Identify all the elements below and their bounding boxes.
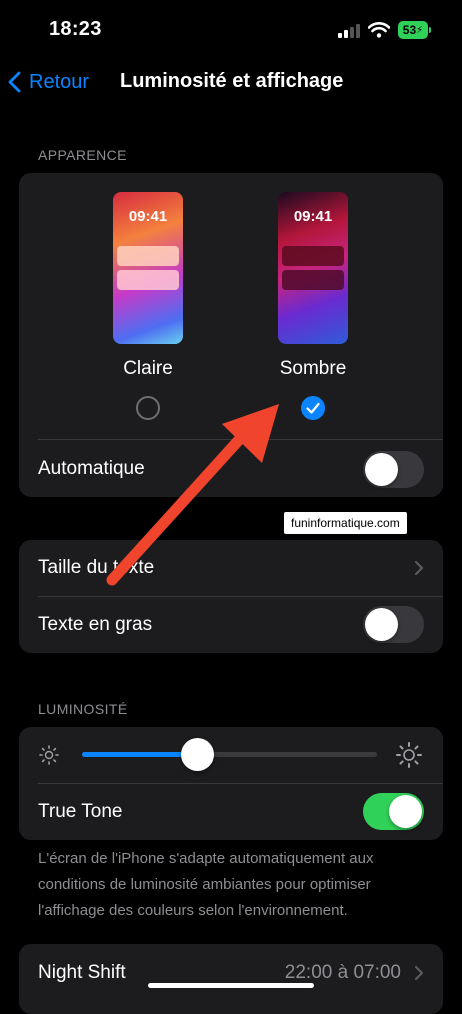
light-mode-preview[interactable]: 09:41 (113, 192, 183, 344)
page-title: Luminosité et affichage (120, 70, 344, 92)
home-indicator[interactable] (148, 983, 314, 988)
preview-notification (117, 270, 179, 290)
battery-icon: 53 ⚡ (398, 21, 431, 39)
appearance-header: APPARENCE (38, 147, 127, 163)
night-shift-row[interactable]: Night Shift 22:00 à 07:00 (19, 944, 443, 1014)
sun-large-icon (396, 742, 422, 768)
appearance-card: 09:41 09:41 Claire Sombre Automatique (19, 173, 443, 497)
dark-mode-preview[interactable]: 09:41 (278, 192, 348, 344)
back-label: Retour (29, 70, 90, 93)
dark-mode-label: Sombre (279, 358, 347, 379)
preview-clock: 09:41 (128, 208, 168, 225)
brightness-fill (82, 752, 198, 757)
preview-clock: 09:41 (293, 208, 333, 225)
brightness-card: True Tone (19, 727, 443, 840)
back-button[interactable]: Retour (8, 66, 89, 98)
divider (38, 596, 443, 597)
checkmark-icon (306, 402, 320, 414)
divider (38, 783, 443, 784)
wifi-icon (368, 22, 390, 38)
true-tone-label: True Tone (38, 801, 123, 822)
text-size-row[interactable]: Taille du texte (38, 557, 418, 581)
chevron-left-icon (8, 71, 21, 93)
status-time: 18:23 (49, 18, 102, 40)
battery-level: 53 (402, 23, 417, 37)
light-mode-radio[interactable] (136, 396, 160, 420)
preview-notification (282, 246, 344, 266)
night-shift-value: 22:00 à 07:00 (284, 962, 401, 983)
watermark-label: funinformatique.com (284, 512, 407, 534)
text-size-label: Taille du texte (38, 557, 155, 578)
divider (38, 439, 443, 440)
bold-text-label: Texte en gras (38, 614, 153, 635)
chevron-right-icon (414, 560, 424, 576)
automatic-toggle[interactable] (363, 451, 424, 488)
cellular-signal-icon (338, 24, 360, 38)
dark-mode-radio[interactable] (301, 396, 325, 420)
text-settings-card: Taille du texte Texte en gras (19, 540, 443, 653)
chevron-right-icon (414, 965, 424, 981)
bold-text-toggle[interactable] (363, 606, 424, 643)
brightness-header: LUMINOSITÉ (38, 701, 128, 717)
brightness-slider[interactable] (82, 738, 377, 771)
sun-small-icon (39, 745, 59, 765)
true-tone-toggle[interactable] (363, 793, 424, 830)
true-tone-description: L'écran de l'iPhone s'adapte automatique… (38, 850, 374, 919)
light-mode-label: Claire (123, 358, 173, 379)
preview-notification (117, 246, 179, 266)
automatic-label: Automatique (38, 458, 145, 479)
brightness-knob[interactable] (180, 738, 214, 771)
preview-notification (282, 270, 344, 290)
night-shift-label: Night Shift (38, 962, 126, 983)
